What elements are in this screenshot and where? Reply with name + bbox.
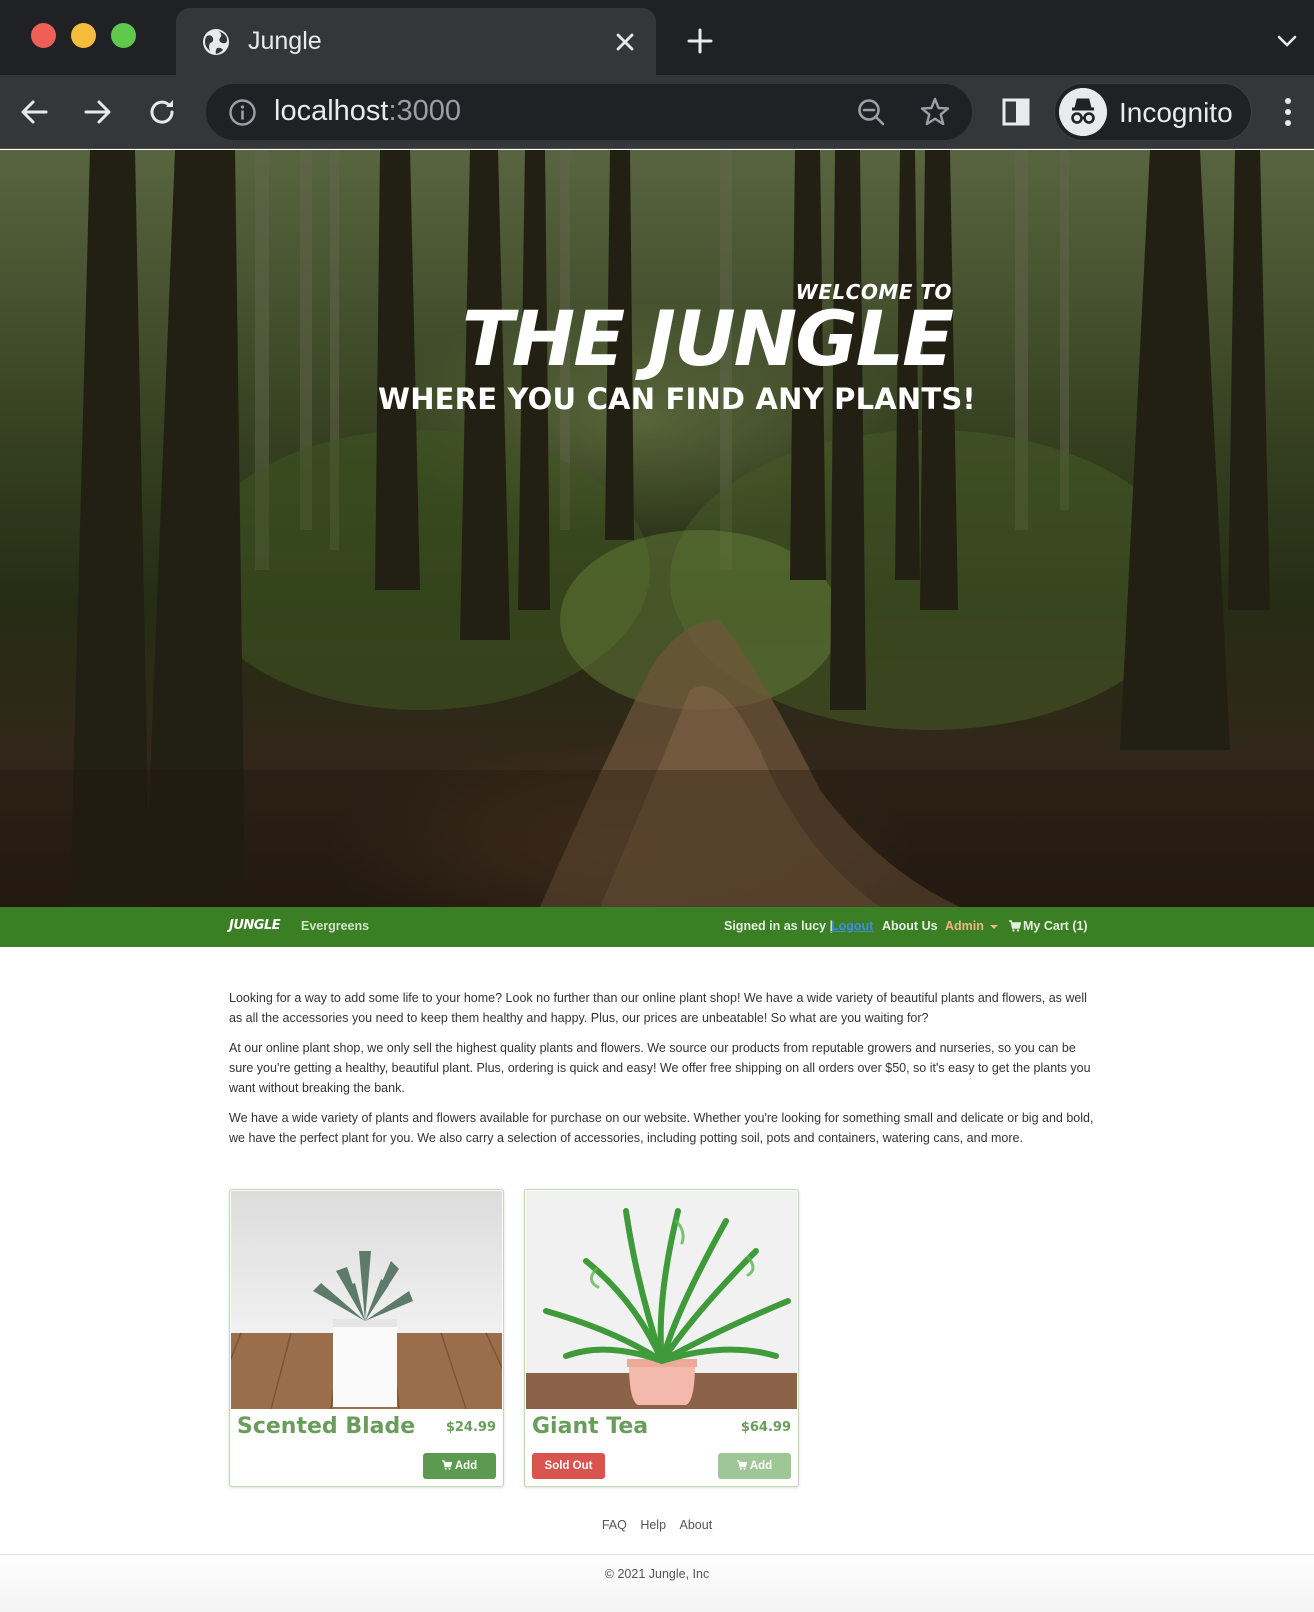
address-bar[interactable]: localhost:3000	[206, 84, 972, 140]
product-card[interactable]: Giant Tea $64.99 Sold Out Add	[524, 1189, 799, 1487]
url-text: localhost:3000	[274, 95, 462, 127]
footer-links: FAQ Help About	[0, 1518, 1314, 1532]
product-name[interactable]: Giant Tea	[532, 1414, 648, 1439]
admin-dropdown[interactable]: Admin	[945, 919, 984, 933]
footer-bar	[0, 1555, 1314, 1612]
add-label: Add	[749, 1460, 773, 1472]
forest-background-image	[0, 150, 1314, 907]
nav-link-evergreens[interactable]: Evergreens	[301, 919, 369, 933]
minimize-window-button[interactable]	[71, 23, 96, 48]
add-to-cart-button[interactable]: Add	[718, 1453, 791, 1479]
product-card[interactable]: Scented Blade $24.99 Add	[229, 1189, 504, 1487]
browser-tab-bar: Jungle	[0, 0, 1314, 75]
new-tab-icon[interactable]	[686, 27, 714, 55]
add-to-cart-button[interactable]: Add	[423, 1453, 496, 1479]
close-window-button[interactable]	[31, 23, 56, 48]
product-name[interactable]: Scented Blade	[237, 1414, 415, 1439]
product-price: $64.99	[740, 1420, 791, 1435]
cart-icon[interactable]	[1009, 920, 1021, 932]
browser-tab[interactable]: Jungle	[176, 8, 656, 75]
footer-link-help[interactable]: Help	[640, 1518, 666, 1532]
intro-text: Looking for a way to add some life to yo…	[229, 988, 1095, 1158]
side-panel-icon[interactable]	[1000, 96, 1032, 128]
logout-link[interactable]: Logout	[831, 919, 873, 933]
incognito-profile-button[interactable]: Incognito	[1054, 83, 1252, 141]
brand-logo[interactable]: JUNGLE	[229, 918, 281, 933]
reload-icon[interactable]	[146, 96, 178, 128]
tab-title: Jungle	[248, 27, 322, 55]
forward-arrow-icon[interactable]	[82, 96, 114, 128]
cart-icon	[441, 1460, 452, 1470]
bookmark-star-icon[interactable]	[919, 96, 951, 128]
copyright-text: © 2021 Jungle, Inc	[604, 1567, 710, 1581]
my-cart-link[interactable]: My Cart (1)	[1023, 919, 1088, 933]
cart-icon	[736, 1460, 747, 1470]
footer-link-faq[interactable]: FAQ	[602, 1518, 627, 1532]
intro-paragraph: Looking for a way to add some life to yo…	[229, 991, 1087, 1025]
add-label: Add	[454, 1460, 478, 1472]
product-image[interactable]	[231, 1191, 502, 1409]
globe-icon	[203, 29, 229, 55]
close-icon[interactable]	[613, 30, 637, 54]
site-navbar: JUNGLE Evergreens Signed in as lucy | Lo…	[0, 907, 1314, 947]
product-image[interactable]	[526, 1191, 797, 1409]
back-arrow-icon[interactable]	[18, 96, 50, 128]
hero-banner: WELCOME TO THE JUNGLE WHERE YOU CAN FIND…	[0, 150, 1314, 907]
profile-label: Incognito	[1119, 97, 1233, 128]
hero-title: THE JUNGLE	[461, 294, 954, 383]
product-price: $24.99	[445, 1420, 496, 1435]
info-icon[interactable]	[228, 98, 257, 127]
zoom-out-icon[interactable]	[856, 97, 886, 127]
sold-out-badge: Sold Out	[532, 1453, 605, 1479]
footer-link-about[interactable]: About	[680, 1518, 713, 1532]
more-menu-icon[interactable]	[1276, 95, 1300, 129]
browser-toolbar: localhost:3000 Incognito	[0, 75, 1314, 149]
intro-paragraph: We have a wide variety of plants and flo…	[229, 1111, 1094, 1145]
signed-in-label: Signed in as lucy |	[724, 919, 834, 933]
maximize-window-button[interactable]	[111, 23, 136, 48]
intro-paragraph: At our online plant shop, we only sell t…	[229, 1041, 1091, 1095]
hero-subtitle: WHERE YOU CAN FIND ANY PLANTS!	[378, 382, 976, 416]
incognito-icon	[1059, 88, 1107, 136]
nav-link-about-us[interactable]: About Us	[882, 919, 938, 933]
chevron-down-icon[interactable]	[1276, 34, 1298, 48]
caret-down-icon[interactable]	[990, 925, 998, 929]
